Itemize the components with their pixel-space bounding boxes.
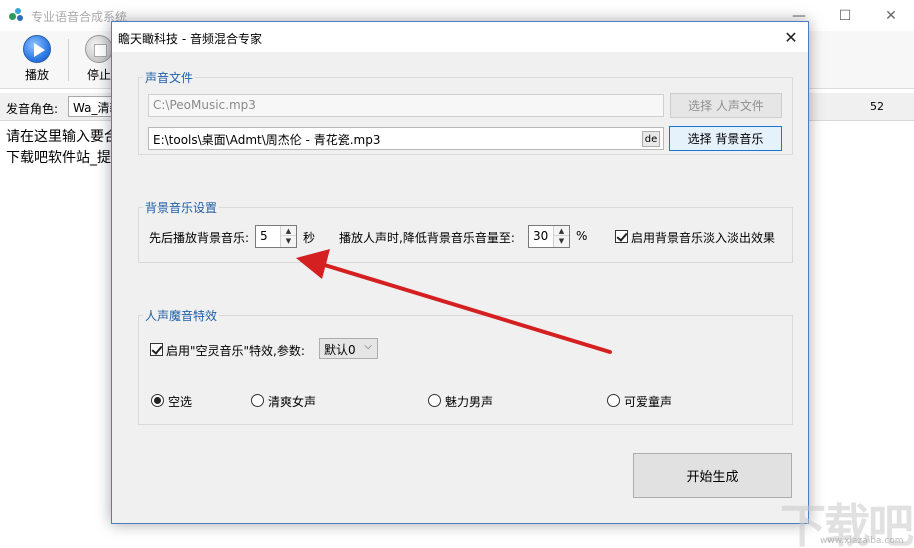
delay-unit: 秒	[303, 231, 316, 245]
watermark-url: www.xiazaiba.com	[820, 536, 904, 546]
radio-child[interactable]	[607, 394, 620, 407]
spin-down-icon[interactable]: ▼	[281, 236, 296, 246]
voice-effects-group: 人声魔音特效 启用"空灵音乐"特效,参数: 默认0 ⌵ 空选 清爽女声 魅力男声…	[138, 307, 793, 425]
bg-music-mini-button[interactable]: de	[642, 131, 660, 147]
effect-param-dropdown[interactable]: 默认0 ⌵	[319, 338, 378, 359]
maximize-button[interactable]: ☐	[822, 0, 868, 31]
chevron-down-icon: ⌵	[364, 341, 372, 352]
bg-music-file-input[interactable]: E:\tools\桌面\Admt\周杰伦 - 青花瓷.mp3	[148, 127, 664, 150]
select-bg-music-button[interactable]: 选择 背景音乐	[669, 126, 782, 151]
radio-child-label: 可爱童声	[624, 395, 673, 409]
stop-icon	[85, 35, 113, 63]
radio-male[interactable]	[428, 394, 441, 407]
reduce-unit: %	[576, 229, 588, 243]
start-generate-button[interactable]: 开始生成	[633, 453, 792, 498]
dialog-title: 瞻天瞰科技 - 音频混合专家	[118, 32, 262, 46]
stop-label: 停止	[86, 68, 111, 82]
bg-music-path: E:\tools\桌面\Admt\周杰伦 - 青花瓷.mp3	[153, 133, 381, 147]
ethereal-label: 启用"空灵音乐"特效,参数:	[166, 344, 305, 358]
text-editor[interactable]: 请在这里输入要合成的文字 下载吧软件站_提供	[6, 127, 116, 169]
close-button[interactable]: ✕	[868, 0, 914, 31]
radio-female-label: 清爽女声	[268, 395, 317, 409]
radio-none-label: 空选	[168, 395, 193, 409]
fade-label: 启用背景音乐淡入淡出效果	[631, 231, 776, 245]
radio-female[interactable]	[251, 394, 264, 407]
play-label: 播放	[24, 68, 49, 82]
delay-label: 先后播放背景音乐:	[149, 231, 250, 245]
sound-files-title: 声音文件	[143, 69, 196, 86]
fade-checkbox[interactable]	[615, 230, 628, 243]
ethereal-checkbox[interactable]	[150, 343, 163, 356]
effect-param-value: 默认0	[324, 343, 356, 357]
play-icon	[23, 35, 51, 63]
radio-male-label: 魅力男声	[445, 395, 494, 409]
radio-none[interactable]	[151, 394, 164, 407]
voice-effects-title: 人声魔音特效	[143, 307, 220, 324]
bg-settings-title: 背景音乐设置	[143, 199, 220, 216]
reduce-value: 30	[533, 229, 549, 243]
app-logo-icon	[9, 8, 25, 22]
bg-settings-group: 背景音乐设置 先后播放背景音乐: 5 ▲ ▼ 秒 播放人声时,降低背景音乐音量至…	[138, 199, 793, 263]
text-line: 请在这里输入要合成的文字	[6, 129, 116, 145]
sound-files-group: 声音文件 C:\PeoMusic.mp3 选择 人声文件 E:\tools\桌面…	[138, 69, 793, 155]
vocal-file-input[interactable]: C:\PeoMusic.mp3	[148, 94, 664, 117]
dialog-close-button[interactable]: ✕	[774, 22, 808, 52]
reduce-spinner[interactable]: 30 ▲ ▼	[528, 225, 570, 248]
audio-mix-dialog: 瞻天瞰科技 - 音频混合专家 ✕ 声音文件 C:\PeoMusic.mp3 选择…	[111, 21, 809, 524]
delay-spinner-arrows: ▲ ▼	[280, 226, 296, 247]
delay-spinner[interactable]: 5 ▲ ▼	[255, 225, 297, 248]
spin-up-icon[interactable]: ▲	[554, 226, 569, 236]
dialog-titlebar: 瞻天瞰科技 - 音频混合专家 ✕	[112, 22, 808, 52]
char-count: 52	[870, 100, 884, 113]
select-vocal-button[interactable]: 选择 人声文件	[670, 93, 782, 118]
toolbar-separator	[68, 39, 69, 81]
reduce-label: 播放人声时,降低背景音乐音量至:	[339, 231, 515, 245]
text-line: 下载吧软件站_提供	[6, 150, 116, 166]
delay-value: 5	[260, 229, 268, 243]
play-button[interactable]: 播放	[9, 35, 65, 87]
spin-down-icon[interactable]: ▼	[554, 236, 569, 246]
spin-up-icon[interactable]: ▲	[281, 226, 296, 236]
voice-label: 发音角色:	[6, 102, 59, 116]
reduce-spinner-arrows: ▲ ▼	[553, 226, 569, 247]
